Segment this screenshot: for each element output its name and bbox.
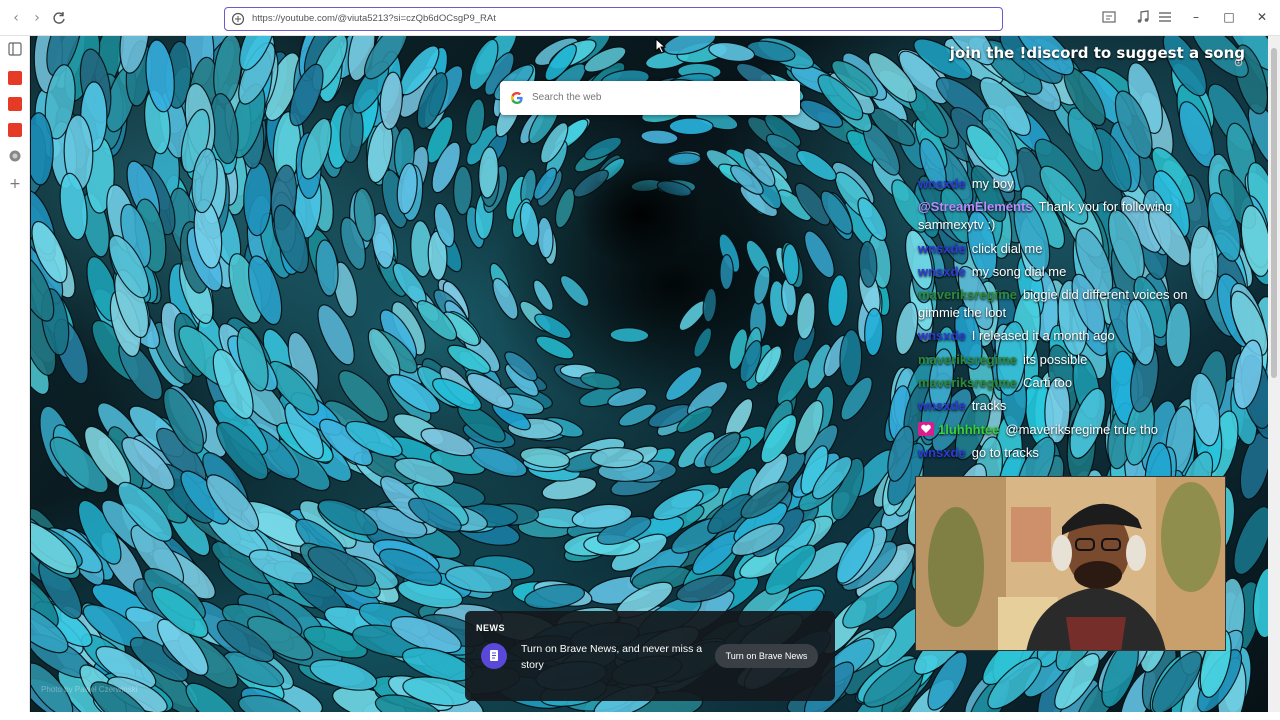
google-logo-icon [511,92,523,104]
mouse-cursor-icon [655,38,667,54]
chat-text: Carti too [1023,375,1073,391]
stream-overlay-headline: join the !discord to suggest a song [949,44,1245,62]
menu-icon[interactable] [1157,9,1173,25]
news-description: Turn on Brave News, and never miss a sto… [521,643,703,671]
chat-message: maveriksregime its possible [918,351,1218,369]
webcam-feed [915,476,1226,651]
sidebar-item-youtube-2[interactable] [8,97,22,111]
sidebar-toggle-icon[interactable] [8,42,22,56]
media-music-icon[interactable] [1135,9,1151,25]
scrollbar-thumb[interactable] [1271,48,1277,378]
chat-text: I released it a month ago [971,328,1115,344]
chat-message: wnsxde tracks [918,397,1218,415]
window-bottom-edge [0,712,1280,720]
search-box[interactable]: Search the web [500,81,800,115]
chat-username: wnsxde [918,263,966,279]
minimize-icon[interactable]: – [1186,7,1206,27]
back-icon[interactable]: ‹ [6,8,26,28]
chat-username: wnsxde [918,176,966,191]
news-icon [481,643,507,669]
sidebar-item-youtube-3[interactable] [8,123,22,137]
chat-text: tracks [971,398,1007,414]
chat-message: wnsxde go to tracks [918,444,1218,462]
close-icon[interactable]: ✕ [1252,7,1272,27]
news-tag: NEWS [476,623,505,633]
url-text[interactable]: https://youtube.com/@viuta5213?si=czQb6d… [252,8,496,30]
chat-message: wnsxde click dial me [918,240,1218,258]
reader-mode-icon[interactable] [1101,9,1117,25]
chat-username: wnsxde [918,444,966,460]
globe-icon[interactable] [8,149,22,163]
heart-badge-icon [918,421,934,436]
chat-username: maveriksregime [918,351,1018,367]
site-info-icon[interactable] [231,12,245,26]
chat-username: 1luhhhtee [938,421,1000,437]
chat-text: my boy [971,176,1014,191]
chat-username: maveriksregime [918,375,1018,391]
streamer-video [916,477,1225,650]
chat-text: @maveriksregime true tho [1005,421,1159,437]
browser-toolbar: ‹ › https://youtube.com/@viuta5213?si=cz… [0,0,1280,36]
chat-text: click dial me [971,240,1043,256]
sidebar: + [0,36,30,720]
chat-username: wnsxde [918,240,966,256]
chat-message: maveriksregime Carti too [918,374,1218,392]
stream-chat: wnsxde my boy @StreamElements Thank you for… [918,175,1218,467]
chat-message: wnsxde my boy [918,175,1218,193]
turn-on-brave-news-button[interactable]: Turn on Brave News [715,644,818,668]
chat-username: @StreamElements [918,199,1033,215]
chat-text: its possible [1023,351,1088,367]
gear-icon[interactable] [1233,57,1244,68]
scrollbar[interactable] [1268,36,1280,720]
chat-message: maveriksregime biggie did different voice… [918,286,1218,322]
brave-news-card: NEWS Turn on Brave News, and never miss … [465,611,835,701]
sidebar-item-youtube-1[interactable] [8,71,22,85]
chat-text: go to tracks [971,444,1039,460]
maximize-icon[interactable]: □ [1219,7,1239,27]
chat-message: wnsxde my song dial me [918,263,1218,281]
chat-username: wnsxde [918,398,966,414]
chat-message: wnsxde I released it a month ago [918,327,1218,345]
photo-credit[interactable]: Photo by Pawel Czerwinski [41,685,137,694]
chat-username: wnsxde [918,328,966,344]
add-sidebar-item-icon[interactable]: + [8,177,22,191]
search-placeholder[interactable]: Search the web [532,81,602,115]
address-bar[interactable]: https://youtube.com/@viuta5213?si=czQb6d… [224,7,1003,31]
forward-icon[interactable]: › [27,8,47,28]
browser-window: ‹ › https://youtube.com/@viuta5213?si=cz… [0,0,1280,720]
chat-username: maveriksregime [918,287,1018,303]
chat-text: my song dial me [971,263,1067,279]
chat-message: 1luhhhtee @maveriksregime true tho [918,421,1218,439]
chat-message: @StreamElements Thank you for following s… [918,198,1218,234]
reload-icon[interactable] [49,8,69,28]
